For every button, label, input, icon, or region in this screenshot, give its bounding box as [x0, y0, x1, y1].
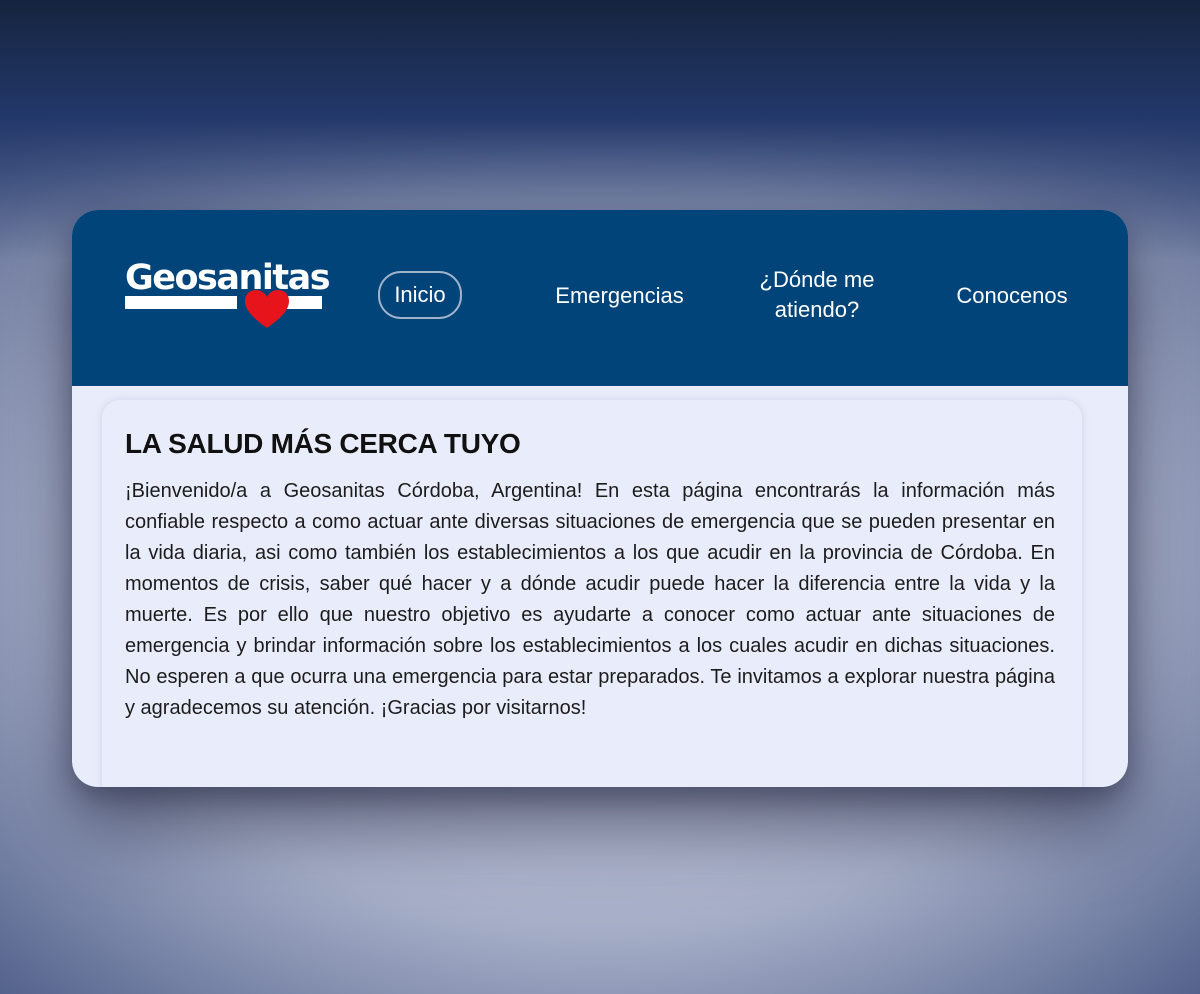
logo-underline-left [125, 296, 237, 309]
nav-emergencias[interactable]: Emergencias [542, 281, 697, 311]
heart-icon [245, 290, 289, 328]
site-header: Geosanitas Inicio Emergencias ¿Dónde me … [72, 210, 1128, 386]
section-title: LA SALUD MÁS CERCA TUYO [125, 428, 521, 459]
geosanitas-logo[interactable]: Geosanitas [125, 258, 331, 328]
nav-conocenos[interactable]: Conocenos [942, 281, 1082, 311]
website-window: Geosanitas Inicio Emergencias ¿Dónde me … [72, 210, 1128, 787]
welcome-section: LA SALUD MÁS CERCA TUYO ¡Bienvenido/a a … [102, 400, 1082, 787]
logo-text: Geosanitas [125, 258, 331, 298]
welcome-paragraph: ¡Bienvenido/a a Geosanitas Córdoba, Arge… [125, 480, 1055, 719]
nav-donde-me-atiendo[interactable]: ¿Dónde me atiendo? [747, 265, 887, 325]
nav-inicio[interactable]: Inicio [378, 271, 462, 319]
